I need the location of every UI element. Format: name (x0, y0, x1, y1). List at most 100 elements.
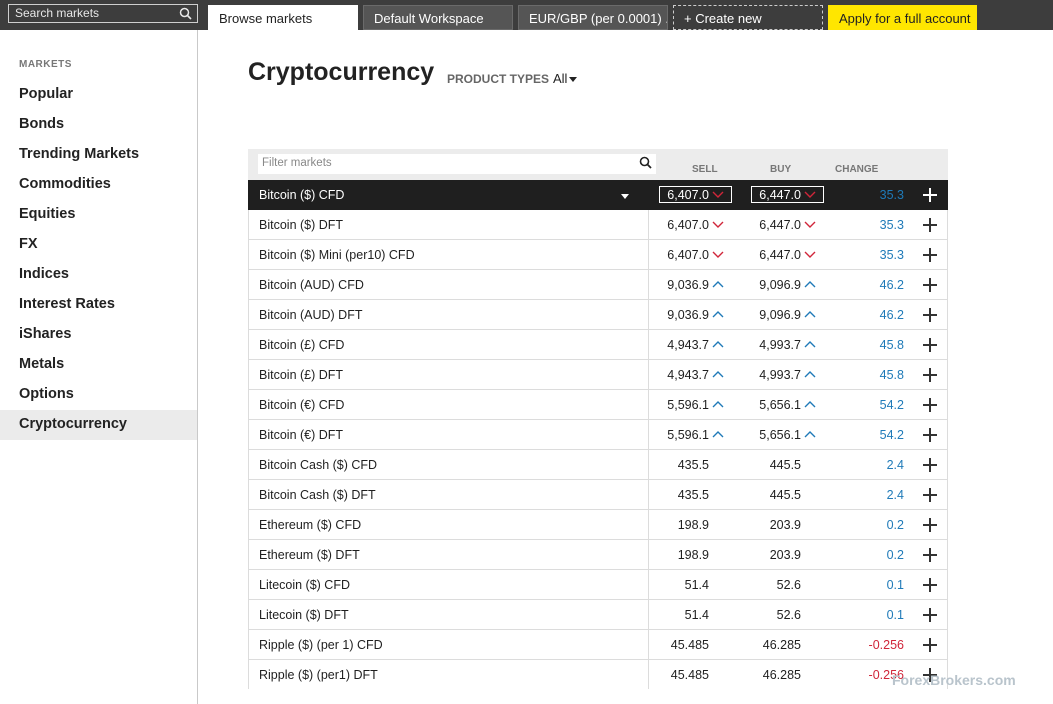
buy-price[interactable]: 6,447.0 (741, 248, 801, 262)
market-name[interactable]: Bitcoin (£) CFD (259, 338, 344, 352)
sell-price[interactable]: 435.5 (649, 488, 709, 502)
sidebar-item-metals[interactable]: Metals (0, 350, 197, 380)
table-row[interactable]: Bitcoin (AUD) DFT 9,036.9 9,096.9 46.2 (248, 300, 948, 330)
sell-price[interactable]: 51.4 (649, 578, 709, 592)
chevron-down-icon[interactable] (621, 194, 629, 199)
add-plus-icon[interactable] (922, 547, 938, 563)
buy-price[interactable]: 4,993.7 (741, 368, 801, 382)
sell-price[interactable]: 4,943.7 (649, 338, 709, 352)
buy-price[interactable]: 5,656.1 (741, 398, 801, 412)
apply-full-account-button[interactable]: Apply for a full account (828, 5, 977, 30)
table-row[interactable]: Ripple ($) (per1) DFT 45.485 46.285 -0.256 (248, 660, 948, 689)
table-row[interactable]: Bitcoin (£) DFT 4,943.7 4,993.7 45.8 (248, 360, 948, 390)
sidebar-item-options[interactable]: Options (0, 380, 197, 410)
sell-price[interactable]: 5,596.1 (649, 428, 709, 442)
buy-price[interactable]: 9,096.9 (741, 308, 801, 322)
buy-price[interactable]: 6,447.0 (741, 218, 801, 232)
add-plus-icon[interactable] (922, 637, 938, 653)
table-row[interactable]: Litecoin ($) DFT 51.4 52.6 0.1 (248, 600, 948, 630)
add-plus-icon[interactable] (922, 187, 938, 203)
sell-price[interactable]: 6,407.0 (649, 188, 709, 202)
sidebar-item-bonds[interactable]: Bonds (0, 110, 197, 140)
market-name[interactable]: Bitcoin (AUD) DFT (259, 308, 362, 322)
add-plus-icon[interactable] (922, 307, 938, 323)
add-plus-icon[interactable] (922, 517, 938, 533)
market-name[interactable]: Ripple ($) (per 1) CFD (259, 638, 383, 652)
market-name[interactable]: Bitcoin Cash ($) DFT (259, 488, 376, 502)
add-plus-icon[interactable] (922, 577, 938, 593)
add-plus-icon[interactable] (922, 277, 938, 293)
table-row[interactable]: Bitcoin ($) Mini (per10) CFD 6,407.0 6,447… (248, 240, 948, 270)
create-new-tab-button[interactable]: + Create new (673, 5, 823, 30)
sidebar-item-interest-rates[interactable]: Interest Rates (0, 290, 197, 320)
buy-price[interactable]: 203.9 (741, 518, 801, 532)
sidebar-item-equities[interactable]: Equities (0, 200, 197, 230)
add-plus-icon[interactable] (922, 487, 938, 503)
sell-price[interactable]: 9,036.9 (649, 278, 709, 292)
sidebar-item-cryptocurrency[interactable]: Cryptocurrency (0, 410, 197, 440)
market-name[interactable]: Bitcoin (€) DFT (259, 428, 343, 442)
buy-price[interactable]: 52.6 (741, 608, 801, 622)
buy-price[interactable]: 445.5 (741, 488, 801, 502)
sell-price[interactable]: 6,407.0 (649, 218, 709, 232)
add-plus-icon[interactable] (922, 427, 938, 443)
sell-price[interactable]: 9,036.9 (649, 308, 709, 322)
add-plus-icon[interactable] (922, 457, 938, 473)
sidebar-item-trending-markets[interactable]: Trending Markets (0, 140, 197, 170)
sell-price[interactable]: 198.9 (649, 518, 709, 532)
table-row[interactable]: Bitcoin (AUD) CFD 9,036.9 9,096.9 46.2 (248, 270, 948, 300)
sell-price[interactable]: 6,407.0 (649, 248, 709, 262)
tab-eur-gbp[interactable]: EUR/GBP (per 0.0001) ... (518, 5, 668, 30)
table-row[interactable]: Bitcoin (£) CFD 4,943.7 4,993.7 45.8 (248, 330, 948, 360)
buy-price[interactable]: 46.285 (741, 668, 801, 682)
sidebar-item-indices[interactable]: Indices (0, 260, 197, 290)
table-row[interactable]: Litecoin ($) CFD 51.4 52.6 0.1 (248, 570, 948, 600)
table-row[interactable]: Bitcoin (€) CFD 5,596.1 5,656.1 54.2 (248, 390, 948, 420)
tab-browse-markets[interactable]: Browse markets (208, 5, 358, 30)
buy-price[interactable]: 445.5 (741, 458, 801, 472)
market-name[interactable]: Bitcoin ($) CFD (259, 188, 344, 202)
table-row[interactable]: Bitcoin ($) DFT 6,407.0 6,447.0 35.3 (248, 210, 948, 240)
market-name[interactable]: Bitcoin ($) DFT (259, 218, 343, 232)
table-row[interactable]: Ethereum ($) CFD 198.9 203.9 0.2 (248, 510, 948, 540)
product-types-dropdown[interactable]: All (553, 71, 578, 86)
market-name[interactable]: Bitcoin (€) CFD (259, 398, 344, 412)
sell-price[interactable]: 51.4 (649, 608, 709, 622)
buy-price[interactable]: 46.285 (741, 638, 801, 652)
sell-price[interactable]: 45.485 (649, 668, 709, 682)
add-plus-icon[interactable] (922, 337, 938, 353)
sell-price[interactable]: 4,943.7 (649, 368, 709, 382)
market-name[interactable]: Litecoin ($) CFD (259, 578, 350, 592)
table-row[interactable]: Bitcoin (€) DFT 5,596.1 5,656.1 54.2 (248, 420, 948, 450)
add-plus-icon[interactable] (922, 367, 938, 383)
search-input[interactable]: Search markets (8, 4, 198, 23)
market-name[interactable]: Ripple ($) (per1) DFT (259, 668, 378, 682)
table-row[interactable]: Bitcoin Cash ($) CFD 435.5 445.5 2.4 (248, 450, 948, 480)
buy-price[interactable]: 9,096.9 (741, 278, 801, 292)
filter-markets-input[interactable]: Filter markets (258, 154, 656, 174)
sell-price[interactable]: 45.485 (649, 638, 709, 652)
sell-price[interactable]: 5,596.1 (649, 398, 709, 412)
add-plus-icon[interactable] (922, 247, 938, 263)
table-row[interactable]: Ripple ($) (per 1) CFD 45.485 46.285 -0.256 (248, 630, 948, 660)
buy-price[interactable]: 203.9 (741, 548, 801, 562)
market-name[interactable]: Bitcoin (£) DFT (259, 368, 343, 382)
market-name[interactable]: Ethereum ($) CFD (259, 518, 361, 532)
sidebar-item-fx[interactable]: FX (0, 230, 197, 260)
market-name[interactable]: Bitcoin Cash ($) CFD (259, 458, 377, 472)
sell-price[interactable]: 198.9 (649, 548, 709, 562)
add-plus-icon[interactable] (922, 607, 938, 623)
sidebar-item-commodities[interactable]: Commodities (0, 170, 197, 200)
tab-default-workspace[interactable]: Default Workspace (363, 5, 513, 30)
table-row[interactable]: Ethereum ($) DFT 198.9 203.9 0.2 (248, 540, 948, 570)
table-row[interactable]: Bitcoin Cash ($) DFT 435.5 445.5 2.4 (248, 480, 948, 510)
buy-price[interactable]: 52.6 (741, 578, 801, 592)
market-name[interactable]: Litecoin ($) DFT (259, 608, 349, 622)
add-plus-icon[interactable] (922, 217, 938, 233)
buy-price[interactable]: 4,993.7 (741, 338, 801, 352)
market-name[interactable]: Bitcoin ($) Mini (per10) CFD (259, 248, 415, 262)
market-name[interactable]: Ethereum ($) DFT (259, 548, 360, 562)
buy-price[interactable]: 5,656.1 (741, 428, 801, 442)
buy-price[interactable]: 6,447.0 (741, 188, 801, 202)
sidebar-item-popular[interactable]: Popular (0, 80, 197, 110)
